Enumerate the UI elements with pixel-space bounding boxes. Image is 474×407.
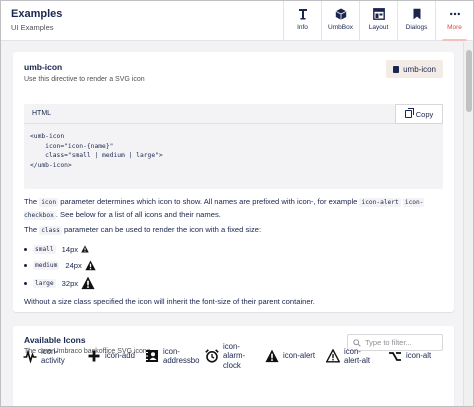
icon-item-label: icon-alert-alt xyxy=(344,347,370,366)
alert-icon xyxy=(265,349,279,363)
copy-button[interactable]: Copy xyxy=(395,104,443,124)
label-line: icon- xyxy=(163,346,180,356)
demo-button-label: umb-icon xyxy=(403,64,436,74)
icon-item-add[interactable]: icon-add xyxy=(87,336,135,376)
umb-icon-demo-button[interactable]: umb-icon xyxy=(386,60,443,78)
label-line: addressbo xyxy=(163,356,200,365)
addressbook-icon xyxy=(146,350,158,362)
code-language: HTML xyxy=(32,110,52,117)
umb-icon-card: umb-icon Use this directive to render a … xyxy=(13,52,454,312)
code-line: class="small | medium | large"> xyxy=(30,152,163,160)
icon-item-alarm-clock[interactable]: icon-alarm-clock xyxy=(205,336,245,376)
icon-item-label: icon-activity xyxy=(41,347,65,366)
icon-item-label: icon-alt xyxy=(406,351,432,361)
bullet xyxy=(24,247,27,251)
bullet xyxy=(24,263,27,267)
app-layout[interactable]: Layout xyxy=(359,1,397,41)
app-more[interactable]: More xyxy=(435,1,473,41)
icon-item-label: icon-alert xyxy=(283,351,316,361)
icon-item-activity[interactable]: icon-activity xyxy=(23,336,65,376)
alert-icon xyxy=(81,276,95,290)
add-icon xyxy=(88,350,100,362)
icon-param-description: The icon parameter determines which icon… xyxy=(24,196,446,222)
label-line: icon- xyxy=(41,346,58,356)
label-line: alarm- xyxy=(223,351,246,361)
code-content: <umb-icon icon="icon-{name}" class="smal… xyxy=(30,132,163,170)
size-row-large: large 32px xyxy=(24,276,95,290)
text: . See below for a list of all icons and … xyxy=(55,210,221,219)
text: parameter can be used to render the icon… xyxy=(61,225,262,234)
text: parameter determines which icon to show.… xyxy=(58,197,360,206)
alert-alt-icon xyxy=(326,349,340,363)
section-title: umb-icon xyxy=(24,62,63,72)
size-px: 14px xyxy=(61,244,79,254)
page-title: Examples xyxy=(11,8,63,20)
app-more-label: More xyxy=(447,24,462,31)
activity-icon xyxy=(23,349,37,363)
code-line: icon="icon-{name}" xyxy=(30,142,114,150)
size-note: Without a size class specified the icon … xyxy=(24,297,315,306)
alert-icon xyxy=(85,259,96,270)
app-dialogs-label: Dialogs xyxy=(405,24,428,31)
app-umbbox[interactable]: UmbBox xyxy=(321,1,359,41)
icon-item-label: icon-add xyxy=(105,351,135,361)
alert-icon xyxy=(81,245,89,253)
icon-item-addressbook[interactable]: icon-addressbo xyxy=(145,336,199,376)
code-token: class xyxy=(39,226,62,235)
icon-item-label: icon-alarm-clock xyxy=(223,342,245,371)
code-token: icon xyxy=(39,198,59,207)
label-line: icon- xyxy=(344,346,361,356)
page-header: Examples UI Examples Info UmbBox Layout … xyxy=(1,1,473,41)
code-block: HTML Copy <umb-icon icon="icon-{name}" c… xyxy=(24,104,443,189)
section-subtitle: Use this directive to render a SVG icon xyxy=(24,76,145,83)
label-line: icon- xyxy=(223,341,240,351)
box-icon xyxy=(335,8,346,20)
more-icon xyxy=(449,12,460,16)
size-px: 32px xyxy=(61,278,79,288)
size-row-medium: medium 24px xyxy=(24,258,96,272)
alarm-clock-icon xyxy=(205,349,219,363)
bookmark-icon xyxy=(413,8,420,20)
browser-frame: Examples UI Examples Info UmbBox Layout … xyxy=(0,0,474,407)
app-info-label: Info xyxy=(297,24,308,31)
class-param-description: The class parameter can be used to rende… xyxy=(24,224,446,237)
label-line: clock xyxy=(223,360,241,370)
page-subtitle: UI Examples xyxy=(11,23,54,32)
icon-item-label: icon-addressbo xyxy=(163,347,199,366)
code-block-header: HTML Copy xyxy=(24,104,443,124)
text: The xyxy=(24,197,40,206)
content-apps: Info UmbBox Layout Dialogs More xyxy=(283,1,473,41)
app-layout-label: Layout xyxy=(368,24,389,31)
app-dialogs[interactable]: Dialogs xyxy=(397,1,435,41)
scrollbar[interactable] xyxy=(463,42,473,406)
code-line: </umb-icon> xyxy=(30,161,72,169)
copy-icon xyxy=(404,108,414,118)
app-umbbox-label: UmbBox xyxy=(328,24,353,31)
icon-item-alt[interactable]: icon-alt xyxy=(388,336,431,376)
app-info[interactable]: Info xyxy=(283,1,321,41)
bullet xyxy=(24,281,27,285)
label-line: activity xyxy=(41,356,65,365)
icon-item-alert[interactable]: icon-alert xyxy=(265,336,315,376)
info-icon xyxy=(298,9,307,20)
size-name: small xyxy=(33,244,56,254)
scrollbar-thumb[interactable] xyxy=(466,50,472,112)
label-line: alert-alt xyxy=(344,356,370,365)
text: The xyxy=(24,225,40,234)
icon-item-alert-alt[interactable]: icon-alert-alt xyxy=(326,336,370,376)
size-row-small: small 14px xyxy=(24,242,89,256)
code-line: <umb-icon xyxy=(30,133,65,140)
square-icon xyxy=(393,65,400,73)
size-name: large xyxy=(33,278,56,288)
code-token: icon-alert xyxy=(359,198,401,207)
size-name: medium xyxy=(33,260,60,270)
layout-icon xyxy=(372,8,385,20)
copy-label: Copy xyxy=(415,109,434,119)
size-px: 24px xyxy=(65,260,82,270)
alt-icon xyxy=(389,352,401,361)
icon-list: icon-activity icon-add icon-addressbo ic… xyxy=(1,336,463,376)
